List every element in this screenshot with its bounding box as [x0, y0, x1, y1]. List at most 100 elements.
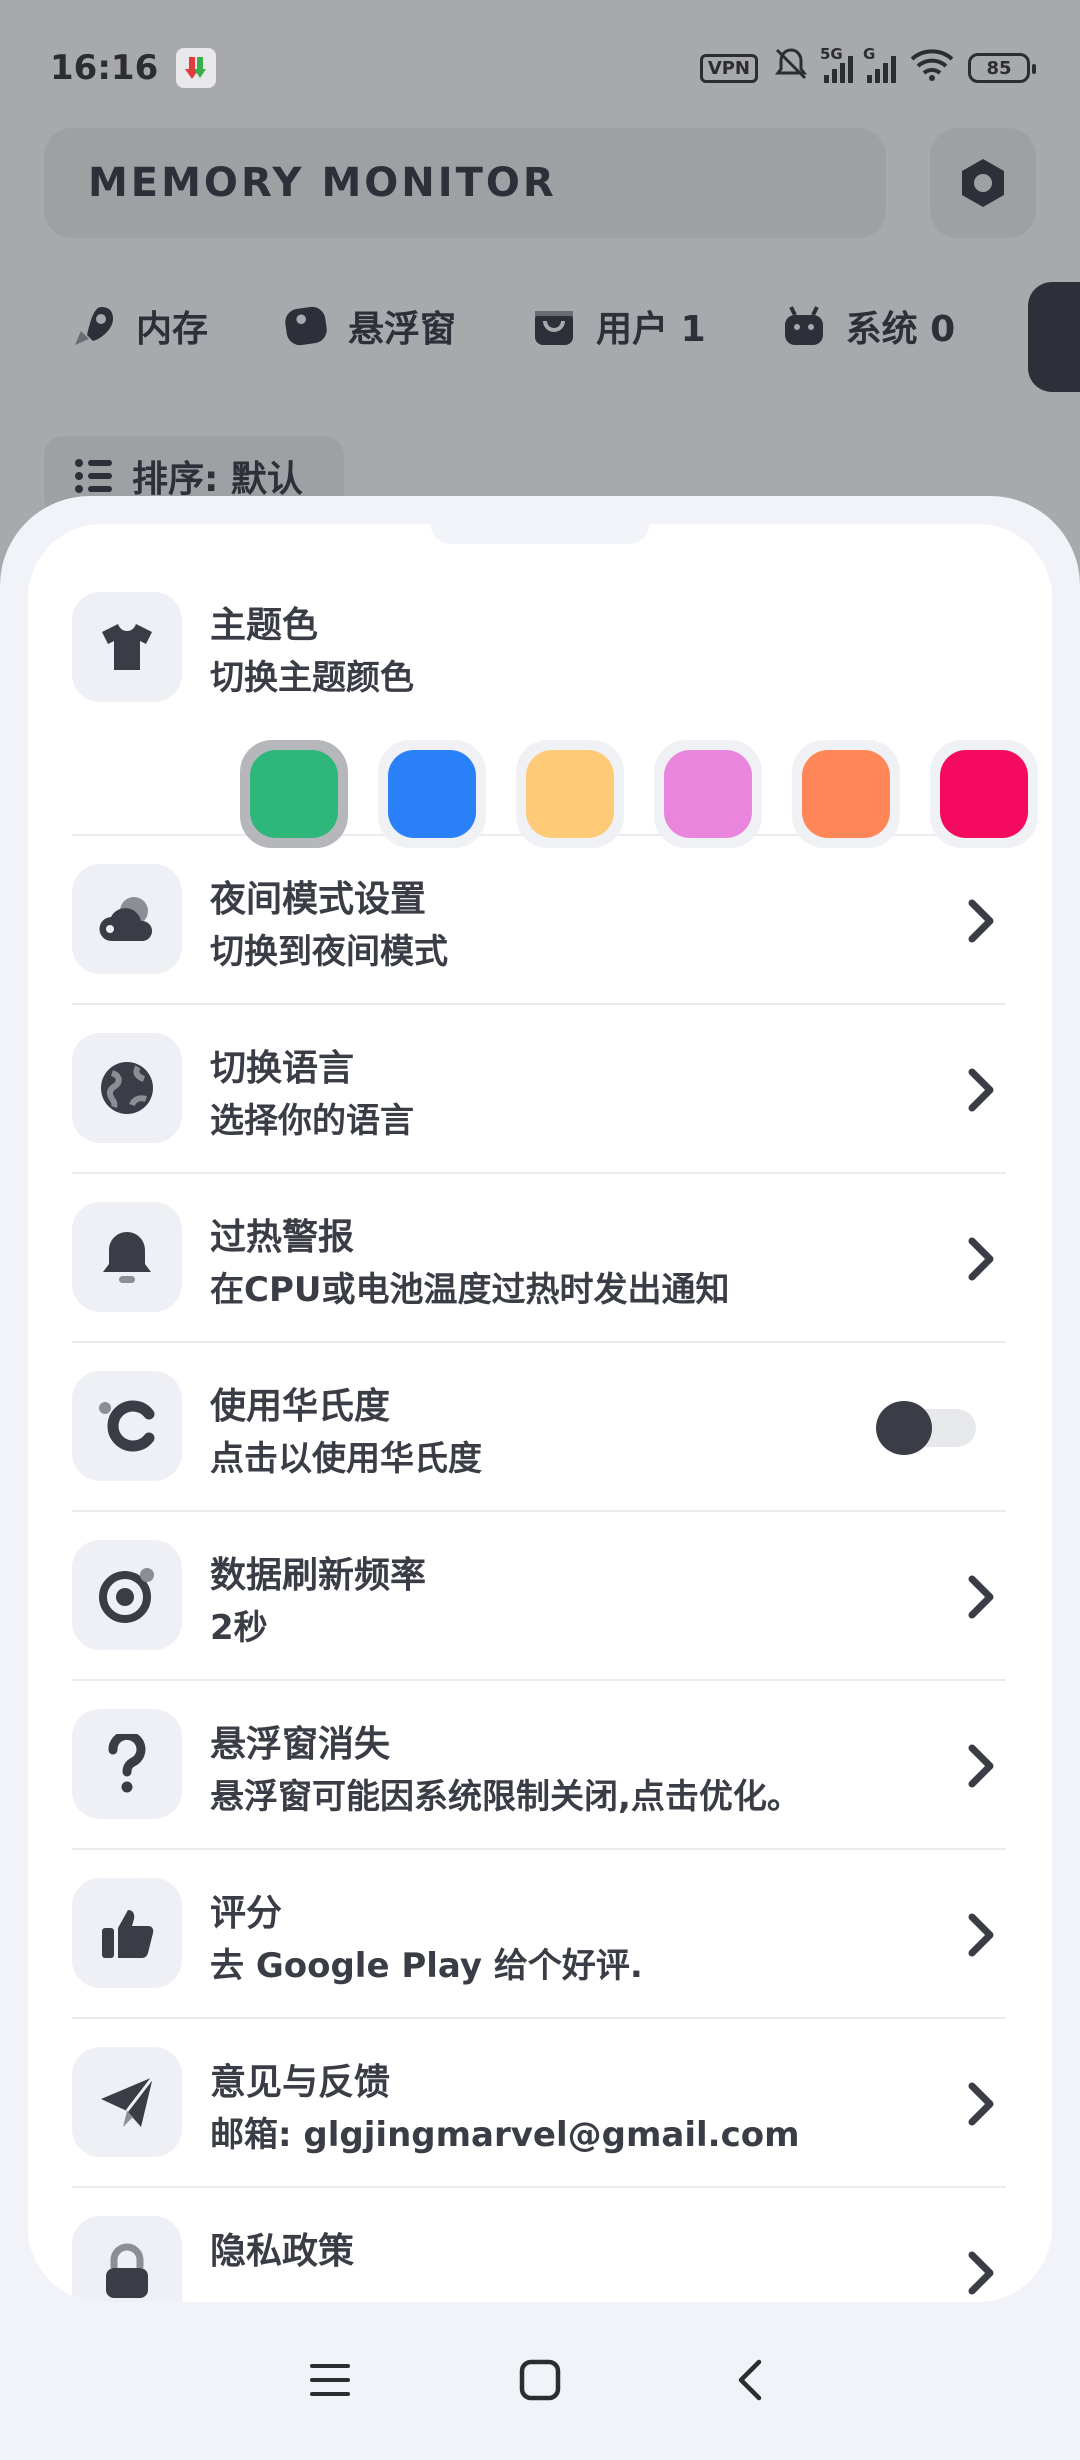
- setting-title: 悬浮窗消失: [210, 1724, 391, 1765]
- app-title-bar[interactable]: MEMORY MONITOR: [44, 128, 886, 238]
- sim2-network: G: [863, 45, 876, 63]
- chevron-right-icon: [956, 891, 1006, 951]
- setting-subtitle: 悬浮窗可能因系统限制关闭,点击优化。: [210, 1777, 801, 1817]
- notification-app-icon: [176, 48, 217, 88]
- question-icon: [72, 1709, 182, 1819]
- fahrenheit-icon: [72, 1371, 182, 1481]
- setting-row-language[interactable]: 切换语言 选择你的语言: [72, 1005, 1006, 1174]
- tab-label: 悬浮窗: [348, 309, 457, 350]
- android-icon: [780, 302, 828, 350]
- swatch-fill: [250, 750, 338, 838]
- system-navigation-bar: [0, 2300, 1080, 2460]
- silent-bell-icon: [772, 45, 810, 92]
- tab-label: 用户 1: [596, 309, 706, 350]
- setting-row-floating-window-fix[interactable]: 悬浮窗消失 悬浮窗可能因系统限制关闭,点击优化。: [72, 1681, 1006, 1850]
- thumbs-up-icon: [72, 1878, 182, 1988]
- chevron-right-icon: [956, 2243, 1006, 2302]
- toggle-knob: [876, 1401, 932, 1455]
- setting-subtitle: 切换主题颜色: [210, 658, 414, 698]
- menu-icon[interactable]: [300, 2350, 360, 2410]
- setting-subtitle: 去 Google Play 给个好评.: [210, 1946, 643, 1986]
- theme-color-setting: 主题色 切换主题颜色: [72, 566, 1038, 848]
- setting-row-privacy-policy[interactable]: 隐私政策: [72, 2188, 1006, 2302]
- setting-subtitle: 在CPU或电池温度过热时发出通知: [210, 1270, 730, 1310]
- color-swatch-green[interactable]: [240, 740, 348, 848]
- tshirt-icon: [72, 592, 182, 702]
- setting-title: 隐私政策: [210, 2231, 355, 2272]
- setting-subtitle: 选择你的语言: [210, 1101, 414, 1141]
- tab-label: 系统 0: [845, 309, 956, 350]
- swatch-fill: [940, 750, 1028, 838]
- tab-memory[interactable]: 内存: [70, 300, 208, 352]
- setting-title: 评分: [210, 1893, 283, 1934]
- app-top-bar: MEMORY MONITOR: [44, 128, 1036, 238]
- color-swatch-red[interactable]: [930, 740, 1038, 848]
- back-icon[interactable]: [720, 2350, 780, 2410]
- setting-row-rate-app[interactable]: 评分 去 Google Play 给个好评.: [72, 1850, 1006, 2019]
- chevron-right-icon: [956, 1229, 1006, 1289]
- battery-icon: 85: [968, 53, 1036, 83]
- setting-title: 使用华氏度: [210, 1386, 391, 1427]
- color-swatch-yellow[interactable]: [516, 740, 624, 848]
- tab-floating-window[interactable]: 悬浮窗: [282, 300, 456, 352]
- tab-label: 内存: [136, 309, 209, 350]
- setting-row-night-mode[interactable]: 夜间模式设置 切换到夜间模式: [72, 836, 1006, 1005]
- swatch-fill: [664, 750, 752, 838]
- color-swatch-orange[interactable]: [792, 740, 900, 848]
- setting-subtitle: 点击以使用华氏度: [210, 1439, 482, 1479]
- swatch-fill: [526, 750, 614, 838]
- chevron-right-icon: [956, 1736, 1006, 1796]
- floating-window-icon: [282, 302, 330, 350]
- setting-row-fahrenheit[interactable]: 使用华氏度 点击以使用华氏度: [72, 1343, 1006, 1512]
- globe-icon: [72, 1033, 182, 1143]
- setting-title: 夜间模式设置: [210, 879, 427, 920]
- setting-title: 过热警报: [210, 1217, 355, 1258]
- status-icons: VPN 5G G 85: [699, 45, 1036, 92]
- wifi-icon: [910, 47, 954, 90]
- shopping-bag-icon: [530, 302, 578, 350]
- refresh-rate-icon: [72, 1540, 182, 1650]
- setting-row-feedback[interactable]: 意见与反馈 邮箱: glgjingmarvel@gmail.com: [72, 2019, 1006, 2188]
- hexagon-icon: [962, 159, 1004, 207]
- tab-system-apps[interactable]: 系统 0: [780, 300, 956, 352]
- setting-title: 意见与反馈: [210, 2062, 391, 2103]
- status-time: 16:16: [50, 48, 159, 88]
- setting-subtitle: 2秒: [210, 1608, 268, 1648]
- sort-label: 排序: 默认: [132, 459, 303, 500]
- setting-row-overheat-alert[interactable]: 过热警报 在CPU或电池温度过热时发出通知: [72, 1174, 1006, 1343]
- signal-icon-2: G: [863, 45, 896, 83]
- chevron-right-icon: [956, 1567, 1006, 1627]
- bell-icon: [72, 1202, 182, 1312]
- settings-card: 主题色 切换主题颜色 夜间模式设置 切换到夜间模式 切换语言 选择你的语言 过热…: [28, 524, 1052, 2302]
- theme-color-swatches: [240, 740, 1038, 848]
- setting-title: 切换语言: [210, 1048, 355, 1089]
- paper-plane-icon: [72, 2047, 182, 2157]
- setting-title: 主题色: [210, 605, 319, 646]
- side-panel-handle[interactable]: [1028, 282, 1080, 392]
- tab-user-apps[interactable]: 用户 1: [530, 300, 706, 352]
- fahrenheit-toggle[interactable]: [876, 1401, 976, 1455]
- swatch-fill: [388, 750, 476, 838]
- signal-icon: 5G: [820, 45, 853, 83]
- list-icon: [75, 459, 112, 493]
- setting-subtitle: 邮箱: glgjingmarvel@gmail.com: [210, 2115, 800, 2155]
- sheet-drag-handle[interactable]: [430, 496, 650, 544]
- chevron-right-icon: [956, 2074, 1006, 2134]
- color-swatch-blue[interactable]: [378, 740, 486, 848]
- color-swatch-pink[interactable]: [654, 740, 762, 848]
- setting-subtitle: 切换到夜间模式: [210, 932, 448, 972]
- tab-bar: 内存 悬浮窗 用户 1 系统 0: [70, 300, 955, 352]
- setting-title: 数据刷新频率: [210, 1555, 427, 1596]
- chevron-right-icon: [956, 1060, 1006, 1120]
- lock-icon: [72, 2216, 182, 2302]
- swatch-fill: [802, 750, 890, 838]
- night-cloud-icon: [72, 864, 182, 974]
- settings-button[interactable]: [930, 128, 1036, 238]
- vpn-badge: VPN: [699, 53, 758, 83]
- rocket-icon: [70, 302, 118, 350]
- setting-row-refresh-rate[interactable]: 数据刷新频率 2秒: [72, 1512, 1006, 1681]
- chevron-right-icon: [956, 1905, 1006, 1965]
- home-square-icon[interactable]: [510, 2350, 570, 2410]
- app-title: MEMORY MONITOR: [88, 160, 557, 206]
- status-bar: 16:16 VPN 5G G 85: [0, 0, 1080, 136]
